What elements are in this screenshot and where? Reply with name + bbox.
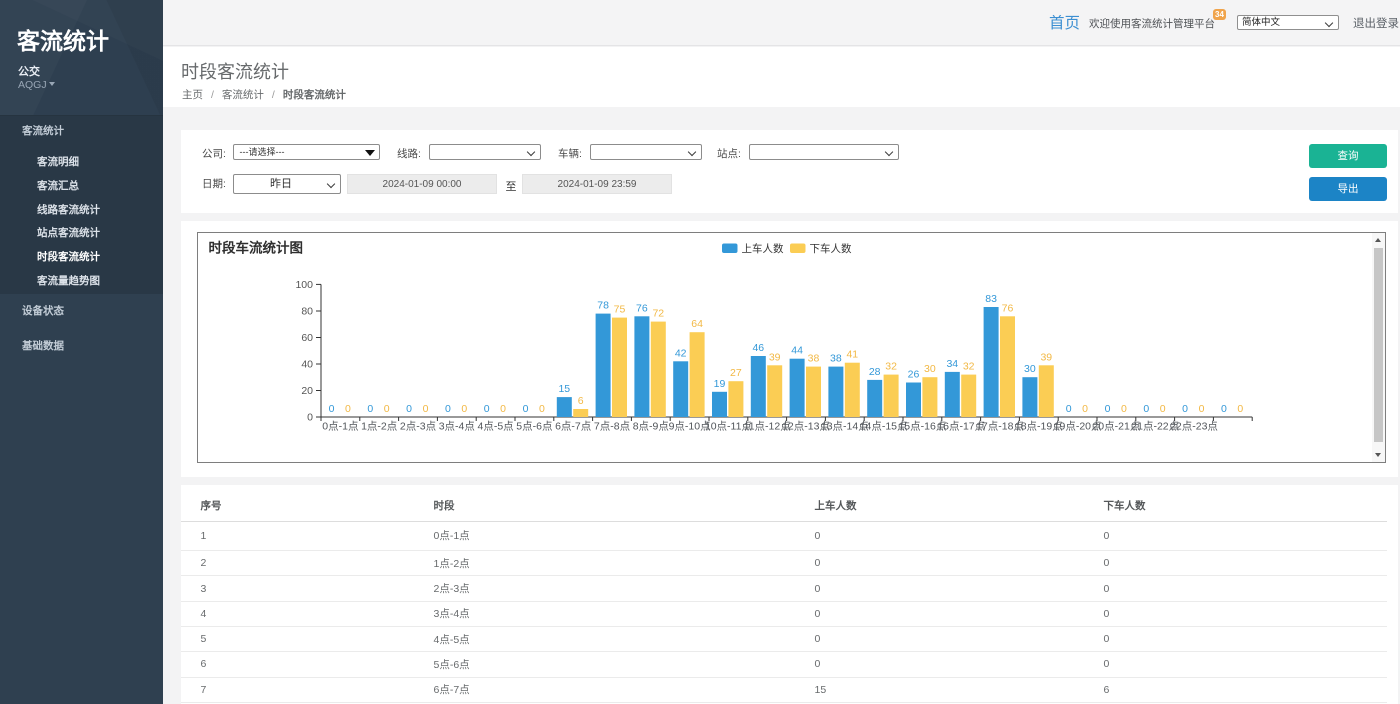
svg-text:4点-5点: 4点-5点 — [478, 421, 514, 433]
svg-text:30: 30 — [1024, 363, 1036, 375]
svg-text:32: 32 — [885, 361, 897, 373]
svg-text:5点-6点: 5点-6点 — [516, 421, 552, 433]
svg-text:0: 0 — [1066, 403, 1072, 415]
svg-text:0: 0 — [484, 403, 490, 415]
svg-text:0点-1点: 0点-1点 — [322, 421, 358, 433]
svg-text:19: 19 — [714, 378, 726, 390]
svg-text:0: 0 — [445, 403, 451, 415]
svg-text:27: 27 — [730, 367, 742, 379]
svg-text:34: 34 — [946, 358, 958, 370]
svg-text:0: 0 — [345, 403, 351, 415]
svg-text:28: 28 — [869, 366, 881, 378]
svg-text:0: 0 — [384, 403, 390, 415]
svg-text:下车人数: 下车人数 — [810, 242, 852, 255]
svg-text:41: 41 — [846, 349, 858, 361]
svg-text:39: 39 — [769, 351, 781, 363]
svg-text:0: 0 — [1121, 403, 1127, 415]
svg-text:72: 72 — [652, 308, 664, 320]
svg-text:38: 38 — [830, 353, 842, 365]
svg-text:0: 0 — [1082, 403, 1088, 415]
svg-text:上车人数: 上车人数 — [742, 242, 784, 255]
svg-text:78: 78 — [597, 300, 609, 312]
svg-text:0: 0 — [1160, 403, 1166, 415]
svg-text:76: 76 — [1002, 302, 1014, 314]
svg-text:80: 80 — [301, 306, 313, 318]
svg-text:76: 76 — [636, 302, 648, 314]
svg-text:60: 60 — [301, 332, 313, 344]
svg-text:46: 46 — [752, 342, 764, 354]
svg-text:20: 20 — [301, 385, 313, 397]
svg-text:0: 0 — [1143, 403, 1149, 415]
svg-text:64: 64 — [691, 318, 703, 330]
svg-text:0: 0 — [461, 403, 467, 415]
svg-text:6点-7点: 6点-7点 — [555, 421, 591, 433]
svg-text:0: 0 — [1221, 403, 1227, 415]
svg-text:38: 38 — [808, 353, 820, 365]
svg-text:3点-4点: 3点-4点 — [439, 421, 475, 433]
svg-text:0: 0 — [1105, 403, 1111, 415]
svg-text:39: 39 — [1040, 351, 1052, 363]
svg-text:26: 26 — [908, 369, 920, 381]
svg-text:7点-8点: 7点-8点 — [594, 421, 630, 433]
svg-text:15: 15 — [558, 383, 570, 395]
svg-text:0: 0 — [367, 403, 373, 415]
svg-text:0: 0 — [523, 403, 529, 415]
svg-text:42: 42 — [675, 347, 687, 359]
svg-text:0: 0 — [539, 403, 545, 415]
svg-text:时段车流统计图: 时段车流统计图 — [209, 240, 304, 256]
svg-text:0: 0 — [1199, 403, 1205, 415]
svg-text:22点-23点: 22点-23点 — [1170, 421, 1218, 433]
svg-text:0: 0 — [307, 412, 313, 424]
svg-text:83: 83 — [985, 293, 997, 305]
svg-text:44: 44 — [791, 345, 803, 357]
svg-text:2点-3点: 2点-3点 — [400, 421, 436, 433]
svg-text:40: 40 — [301, 359, 313, 371]
svg-text:0: 0 — [1237, 403, 1243, 415]
svg-text:1点-2点: 1点-2点 — [361, 421, 397, 433]
svg-text:75: 75 — [614, 304, 626, 316]
svg-text:30: 30 — [924, 363, 936, 375]
svg-text:0: 0 — [329, 403, 335, 415]
svg-text:0: 0 — [1182, 403, 1188, 415]
svg-text:0: 0 — [423, 403, 429, 415]
svg-text:0: 0 — [500, 403, 506, 415]
svg-text:100: 100 — [295, 279, 313, 291]
svg-text:6: 6 — [578, 395, 584, 407]
svg-text:32: 32 — [963, 361, 975, 373]
svg-text:0: 0 — [406, 403, 412, 415]
svg-text:8点-9点: 8点-9点 — [633, 421, 669, 433]
